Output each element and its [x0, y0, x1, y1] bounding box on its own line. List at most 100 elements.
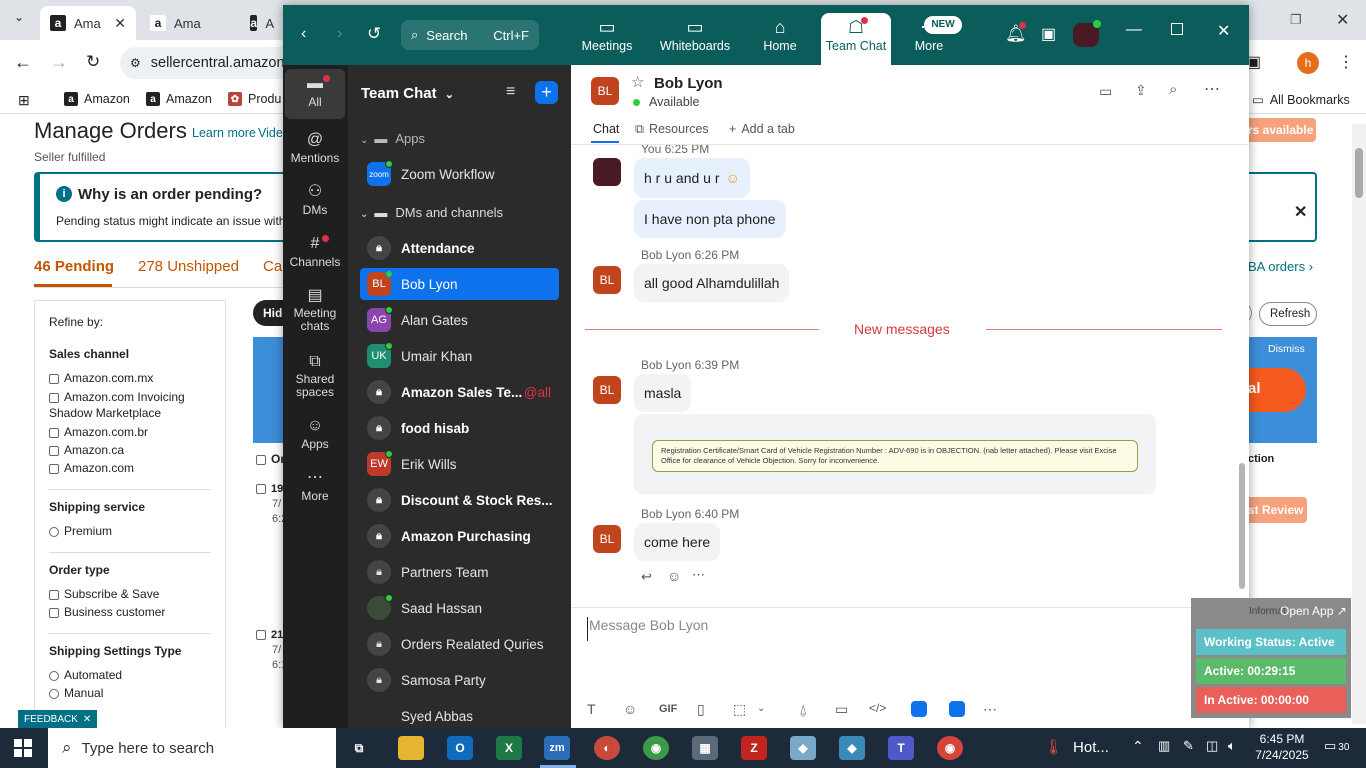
microphone-icon[interactable]: ⍙: [799, 701, 807, 718]
chrome-menu-icon[interactable]: ⋮: [1338, 52, 1354, 72]
list-item-attendance[interactable]: 🔒︎ Attendance: [360, 232, 559, 264]
start-button[interactable]: [14, 739, 32, 757]
tab-team-chat[interactable]: ☖ Team Chat: [821, 13, 891, 65]
app-icon[interactable]: ◆: [790, 736, 816, 760]
tray-chevron-icon[interactable]: ⌃: [1132, 738, 1144, 755]
tab-pending[interactable]: 46 Pending: [34, 258, 114, 275]
refresh-button[interactable]: Refresh: [1259, 302, 1317, 326]
sales-channel-option[interactable]: Amazon.com.mx: [49, 371, 211, 385]
bookmark-products[interactable]: ✿ Produ: [228, 92, 281, 106]
sales-channel-option[interactable]: Amazon.com.br: [49, 425, 211, 439]
code-snippet-icon[interactable]: </>: [869, 701, 886, 715]
history-icon[interactable]: ↺: [367, 24, 381, 44]
reload-icon[interactable]: ↻: [86, 52, 100, 72]
sales-channel-option[interactable]: Amazon.com Invoicing Shadow Marketplace: [49, 389, 211, 421]
site-info-icon[interactable]: ⚙: [130, 56, 141, 70]
list-item-alan-gates[interactable]: AG Alan Gates: [360, 304, 559, 336]
calculator-icon[interactable]: ▦: [692, 736, 718, 760]
chrome-icon[interactable]: ◉: [643, 736, 669, 760]
dms-section-header[interactable]: ⌄ ▬ DMs and channels: [360, 205, 503, 220]
profile-avatar[interactable]: h: [1297, 52, 1319, 74]
message-composer[interactable]: Message Bob Lyon: [587, 617, 1187, 641]
more-options-icon[interactable]: ⋯: [1204, 79, 1220, 99]
app-icon[interactable]: ◆: [839, 736, 865, 760]
close-icon[interactable]: ✕: [1217, 21, 1230, 41]
pen-icon[interactable]: ✎: [1183, 738, 1194, 754]
tab-whiteboards[interactable]: ▭ Whiteboards: [655, 15, 735, 53]
list-item-partners-team[interactable]: 🔒︎ Partners Team: [360, 556, 559, 588]
address-bar[interactable]: ⚙ sellercentral.amazon: [120, 47, 290, 79]
list-item-discount-stock[interactable]: 🔒︎ Discount & Stock Res...: [360, 484, 559, 516]
rail-more[interactable]: ⋯ More: [285, 467, 345, 503]
video-message-icon[interactable]: ▭: [835, 701, 848, 718]
promo-cta[interactable]: al: [1248, 368, 1306, 412]
wifi-icon[interactable]: ◫: [1206, 738, 1218, 754]
list-item-food-hisab[interactable]: 🔒︎ food hisab: [360, 412, 559, 444]
volume-icon[interactable]: 🔈︎: [1228, 738, 1236, 754]
calendar-icon[interactable]: ▣: [1041, 24, 1056, 44]
bookmark-amazon-2[interactable]: a Amazon: [146, 92, 212, 106]
forward-icon[interactable]: ›: [337, 25, 342, 43]
format-text-icon[interactable]: T: [587, 701, 596, 717]
learn-more-link[interactable]: Learn more: [192, 126, 256, 140]
close-window-icon[interactable]: ✕: [1336, 10, 1349, 30]
teams-icon[interactable]: T: [888, 736, 914, 760]
chat-scrollbar[interactable]: [1237, 149, 1247, 589]
video-call-icon[interactable]: ▭: [1099, 83, 1112, 100]
list-item-bob-lyon[interactable]: BL Bob Lyon: [360, 268, 559, 300]
message-bubble[interactable]: I have non pta phone: [634, 200, 786, 238]
share-screen-icon[interactable]: ⇪: [1135, 82, 1147, 99]
file-icon[interactable]: ▯: [697, 701, 705, 718]
close-banner-icon[interactable]: ✕: [1294, 202, 1307, 222]
close-tab-icon[interactable]: ✕: [114, 15, 126, 32]
message-bubble[interactable]: h r u and u r ☺: [634, 158, 750, 198]
add-tab-button[interactable]: + Add a tab: [729, 122, 795, 136]
feedback-tab[interactable]: FEEDBACK ✕: [18, 710, 98, 728]
contact-avatar[interactable]: BL: [591, 77, 619, 105]
app-icon[interactable]: [911, 701, 927, 717]
table-header-checkbox[interactable]: Or: [256, 452, 285, 466]
app-zoom-workflow[interactable]: zoom Zoom Workflow: [360, 158, 559, 190]
maximize-icon[interactable]: [1171, 23, 1183, 35]
excel-icon[interactable]: X: [496, 736, 522, 760]
image-attachment[interactable]: Registration Certificate/Smart Card of V…: [634, 414, 1156, 494]
scroll-thumb[interactable]: [1355, 148, 1363, 198]
taskbar-search[interactable]: ⌕ Type here to search: [48, 728, 336, 768]
shipping-setting-option[interactable]: Manual: [49, 686, 211, 700]
rail-apps[interactable]: ☺ Apps: [285, 415, 345, 451]
open-app-link[interactable]: Open App ↗: [1280, 604, 1347, 618]
screenshot-icon[interactable]: ⬚: [733, 701, 746, 718]
clock[interactable]: 6:45 PM 7/24/2025: [1252, 731, 1312, 763]
contact-name[interactable]: Bob Lyon: [654, 75, 723, 92]
order-type-option[interactable]: Business customer: [49, 605, 211, 619]
star-icon[interactable]: ☆: [631, 73, 644, 91]
outlook-icon[interactable]: O: [447, 736, 473, 760]
zoom-search-box[interactable]: ⌕ Search Ctrl+F: [401, 20, 539, 50]
shipping-service-option[interactable]: Premium: [49, 524, 211, 538]
restore-window-icon[interactable]: ❐: [1290, 12, 1302, 28]
browser-tab[interactable]: a Ama: [140, 6, 240, 40]
minimize-icon[interactable]: —: [1126, 21, 1142, 39]
sales-channel-option[interactable]: Amazon.com: [49, 461, 211, 475]
browser-tab-active[interactable]: a Ama ✕: [40, 6, 136, 40]
notifications-button[interactable]: ▭ 30: [1324, 738, 1349, 754]
page-scrollbar[interactable]: [1352, 124, 1366, 724]
back-icon[interactable]: ←: [14, 52, 32, 73]
close-icon[interactable]: ✕: [83, 714, 91, 725]
rail-shared-spaces[interactable]: ⧉ Shared spaces: [285, 351, 345, 399]
weather-widget[interactable]: 🌡︎ Hot...: [1044, 738, 1109, 756]
message-bubble[interactable]: come here: [634, 523, 721, 561]
more-options-icon[interactable]: ⋯: [983, 701, 997, 718]
app-icon[interactable]: ◐: [594, 736, 620, 760]
chrome-icon[interactable]: ◉: [937, 736, 963, 760]
more-actions-icon[interactable]: ⋯: [692, 567, 705, 583]
tab-list-dropdown[interactable]: ⌄: [8, 10, 30, 30]
browser-tab[interactable]: a A: [240, 6, 284, 40]
search-icon[interactable]: ⌕: [1169, 81, 1177, 98]
list-item-umair-khan[interactable]: UK Umair Khan: [360, 340, 559, 372]
chevron-down-icon[interactable]: ⌄: [757, 703, 765, 714]
filezilla-icon[interactable]: Z: [741, 736, 767, 760]
rail-meeting-chats[interactable]: ▤ Meeting chats: [285, 285, 345, 333]
apps-grid-icon[interactable]: ⊞: [18, 92, 30, 109]
tab-home[interactable]: ⌂ Home: [755, 15, 805, 53]
